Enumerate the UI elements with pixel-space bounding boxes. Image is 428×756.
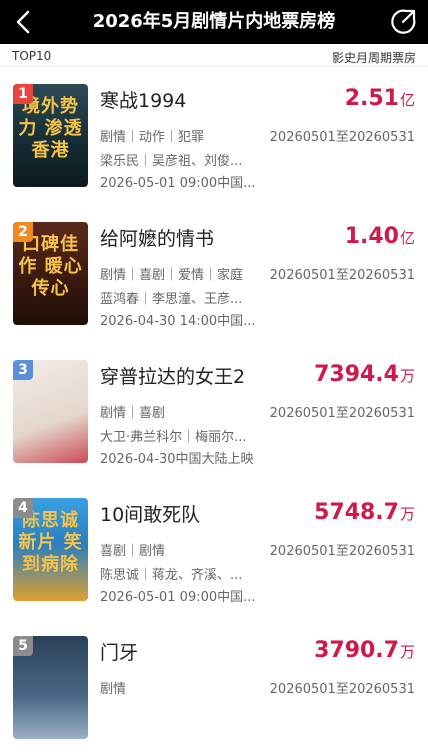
poster-text: 陈思诚新片 笑到病除: [18, 510, 83, 575]
box-office: 7394.4万: [314, 362, 415, 387]
top-bar: 2026年5月剧情片内地票房榜: [0, 0, 428, 44]
box-office: 5748.7万: [314, 500, 415, 525]
release-info: 2026-04-30 14:00中国...: [100, 314, 256, 329]
box-office-value: 1.40: [344, 224, 399, 249]
movie-poster: 3: [13, 360, 88, 463]
cast: 陈思诚｜蒋龙、齐溪、...: [100, 568, 243, 583]
chevron-left-icon: [16, 10, 30, 34]
date-range: 20260501至20260531: [269, 406, 415, 421]
date-range: 20260501至20260531: [269, 130, 415, 145]
box-office-unit: 亿: [399, 229, 415, 247]
release-info: 2026-05-01 09:00中国...: [100, 590, 256, 605]
period-box-office-label: 影史月周期票房: [331, 51, 416, 65]
box-office: 1.40亿: [345, 224, 415, 249]
movie-title: 寒战1994: [100, 90, 187, 112]
box-office-value: 5748.7: [314, 500, 399, 525]
cast: 大卫·弗兰科尔｜梅丽尔...: [100, 430, 247, 445]
ranking-list: 境外势力 渗透香港 1 寒战1994 2.51亿 剧情｜动作｜犯罪 202605…: [0, 66, 428, 756]
cast: 蓝鸿春｜李思潼、王彦...: [100, 292, 243, 307]
list-item[interactable]: 3 穿普拉达的女王2 7394.4万 剧情｜喜剧 20260501至202605…: [0, 342, 428, 480]
movie-title: 门牙: [100, 642, 139, 664]
poster-text: 口碑佳作 暖心传心: [18, 234, 83, 299]
genres: 剧情: [100, 682, 127, 697]
box-office-unit: 万: [399, 643, 415, 661]
box-office-value: 7394.4: [314, 362, 399, 387]
movie-title: 10间敢死队: [100, 504, 201, 526]
list-item[interactable]: 口碑佳作 暖心传心 2 给阿嬷的情书 1.40亿 剧情｜喜剧｜爱情｜家庭 202…: [0, 204, 428, 342]
date-range: 20260501至20260531: [269, 268, 415, 283]
back-button[interactable]: [10, 8, 40, 36]
box-office-unit: 万: [399, 505, 415, 523]
list-item[interactable]: 境外势力 渗透香港 1 寒战1994 2.51亿 剧情｜动作｜犯罪 202605…: [0, 66, 428, 204]
box-office: 3790.7万: [314, 638, 415, 663]
movie-poster: 陈思诚新片 笑到病除 4: [13, 498, 88, 601]
date-range: 20260501至20260531: [269, 544, 415, 559]
date-range: 20260501至20260531: [269, 682, 415, 697]
movie-poster: 5: [13, 636, 88, 739]
release-info: 2026-04-30中国大陆上映: [100, 452, 254, 467]
genres: 剧情｜喜剧: [100, 406, 166, 421]
box-office-unit: 万: [399, 367, 415, 385]
rank-badge: 4: [13, 498, 33, 518]
rank-badge: 2: [13, 222, 33, 242]
movie-title: 穿普拉达的女王2: [100, 366, 246, 388]
list-item[interactable]: 陈思诚新片 笑到病除 4 10间敢死队 5748.7万 喜剧｜剧情 202605…: [0, 480, 428, 618]
share-button[interactable]: [388, 8, 418, 36]
list-item[interactable]: 5 门牙 3790.7万 剧情 20260501至20260531: [0, 618, 428, 756]
movie-title: 给阿嬷的情书: [100, 228, 215, 250]
box-office-value: 3790.7: [314, 638, 399, 663]
rank-badge: 3: [13, 360, 33, 380]
movie-poster: 境外势力 渗透香港 1: [13, 84, 88, 187]
box-office-unit: 亿: [399, 91, 415, 109]
rank-badge: 5: [13, 636, 33, 656]
poster-text: 境外势力 渗透香港: [18, 96, 83, 161]
box-office: 2.51亿: [345, 86, 415, 111]
share-icon: [391, 9, 416, 34]
list-subheader: TOP10 影史月周期票房: [0, 44, 428, 67]
rank-badge: 1: [13, 84, 33, 104]
genres: 剧情｜喜剧｜爱情｜家庭: [100, 268, 244, 283]
genres: 喜剧｜剧情: [100, 544, 166, 559]
box-office-value: 2.51: [344, 86, 399, 111]
movie-poster: 口碑佳作 暖心传心 2: [13, 222, 88, 325]
page-title: 2026年5月剧情片内地票房榜: [92, 11, 336, 32]
top10-label: TOP10: [12, 49, 52, 63]
genres: 剧情｜动作｜犯罪: [100, 130, 205, 145]
release-info: 2026-05-01 09:00中国...: [100, 176, 256, 191]
cast: 梁乐民｜吴彦祖、刘俊...: [100, 154, 243, 169]
